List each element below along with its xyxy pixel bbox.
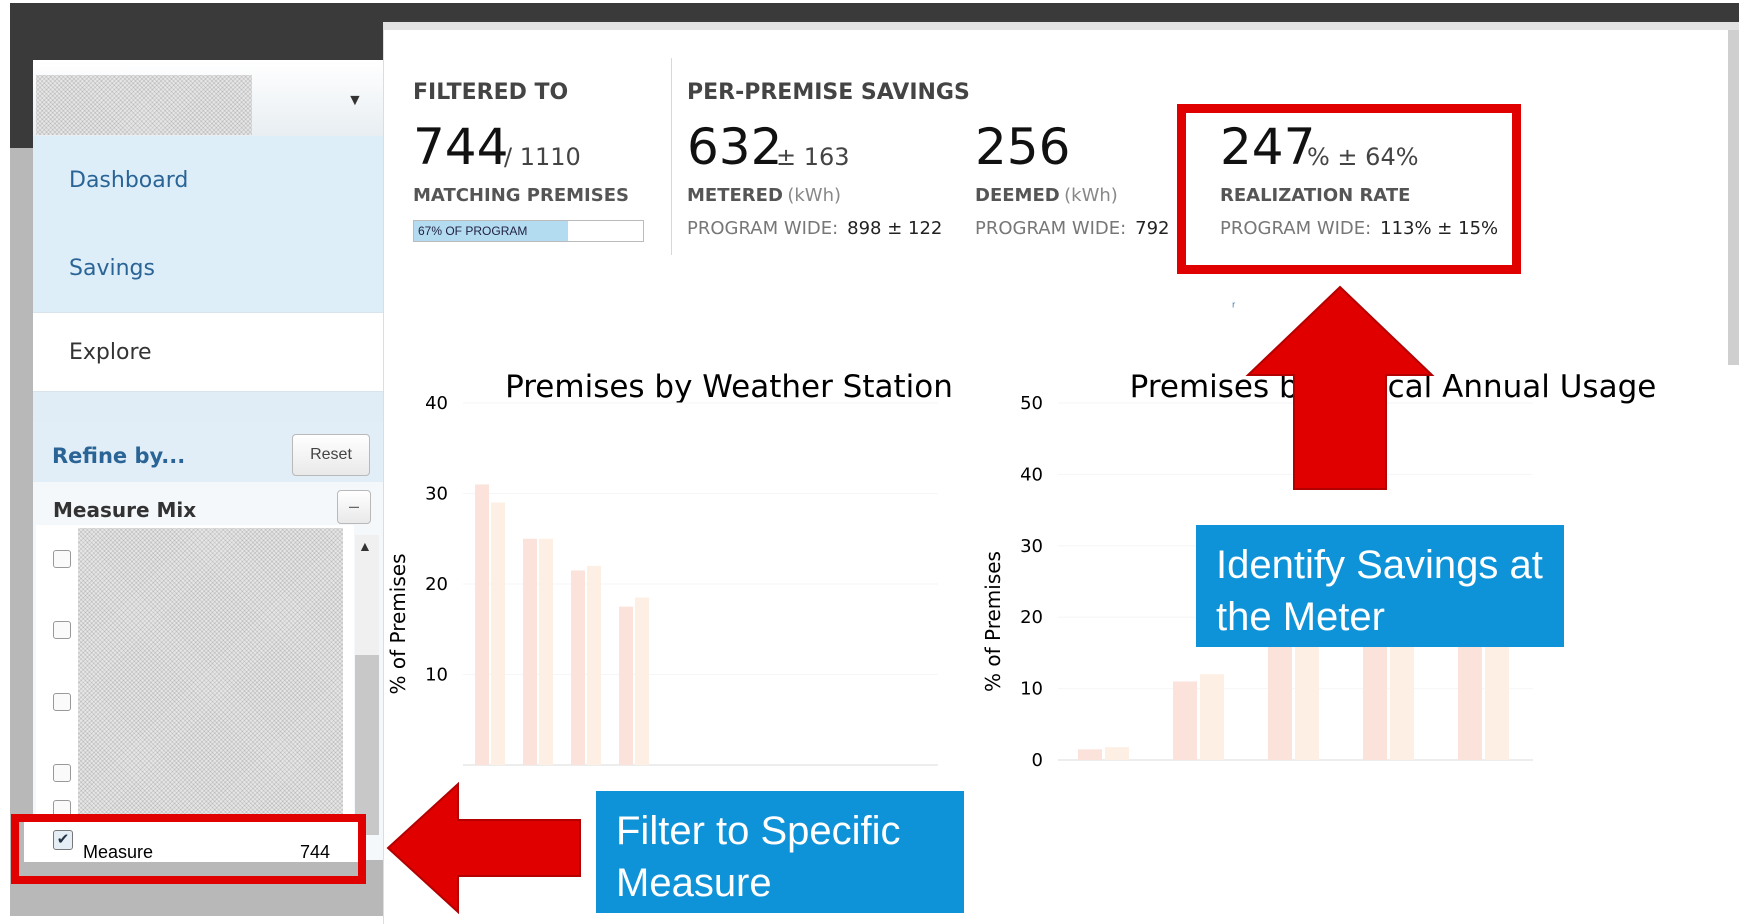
y-tick-label: 50	[1020, 393, 1043, 414]
program-wide-label: PROGRAM WIDE:	[687, 218, 839, 239]
deemed-label-text: DEEMED	[975, 185, 1060, 206]
sidebar-spacer	[33, 392, 385, 422]
bar	[619, 606, 633, 765]
filtered-to-heading: FILTERED TO	[413, 80, 569, 105]
nav-label: Explore	[69, 339, 152, 365]
scroll-up-icon[interactable]: ▲	[358, 538, 372, 554]
left-arrow-icon	[386, 781, 581, 915]
collapse-button[interactable]: –	[337, 490, 371, 524]
y-axis-label: % of Premises	[981, 551, 1005, 692]
panel-scrollbar[interactable]	[1728, 30, 1739, 365]
y-tick-label: 0	[1032, 750, 1043, 771]
matching-premises-label: MATCHING PREMISES	[413, 185, 629, 206]
metered-value: 632	[687, 118, 783, 176]
bar	[523, 538, 537, 765]
measure-checkbox[interactable]	[53, 621, 71, 639]
weather-chart-title: Premises by Weather Station	[505, 369, 953, 405]
scrollbar-thumb[interactable]	[355, 655, 379, 835]
realization-rate-highlight	[1177, 104, 1521, 274]
deemed-program-wide: PROGRAM WIDE: 792	[975, 218, 1169, 239]
measure-checkbox[interactable]	[53, 693, 71, 711]
deemed-value: 256	[975, 118, 1071, 176]
bar	[539, 538, 553, 765]
small-marker-icon: ʳ	[1232, 298, 1236, 314]
metered-label-text: METERED	[687, 185, 783, 206]
bar	[587, 565, 601, 765]
filter-callout: Filter to Specific Measure	[596, 791, 964, 913]
measure-checkbox[interactable]	[53, 550, 71, 568]
y-tick-label: 20	[425, 574, 448, 595]
measure-highlight	[11, 814, 366, 884]
y-tick-label: 30	[425, 484, 448, 505]
deemed-unit: (kWh)	[1064, 185, 1118, 206]
bar	[475, 484, 489, 765]
y-tick-label: 20	[1020, 607, 1043, 628]
measure-mix-label: Measure Mix	[53, 498, 197, 522]
nav-item-dashboard[interactable]: Dashboard	[33, 136, 385, 225]
redacted-program-name	[36, 75, 252, 135]
nav-label: Dashboard	[69, 167, 189, 193]
nav-item-explore[interactable]: Explore	[33, 312, 385, 392]
y-tick-label: 10	[425, 665, 448, 686]
weather-chart: 40 30 20 10 % of Premises	[386, 393, 938, 766]
nav-label: Savings	[69, 255, 155, 281]
y-tick-label: 40	[425, 393, 448, 414]
y-tick-label: 10	[1020, 679, 1043, 700]
program-progress-text: 67% OF PROGRAM	[418, 224, 528, 238]
y-tick-label: 40	[1020, 464, 1043, 485]
bar	[1200, 674, 1224, 760]
program-wide-value: 898 ± 122	[847, 218, 943, 239]
metered-error: ± 163	[776, 143, 850, 171]
y-tick-label: 30	[1020, 536, 1043, 557]
reset-button[interactable]: Reset	[292, 434, 370, 476]
section-divider	[671, 58, 672, 255]
y-axis-label: % of Premises	[386, 554, 410, 695]
filtered-total: / 1110	[504, 143, 581, 171]
bar	[1078, 749, 1102, 760]
nav-item-savings[interactable]: Savings	[33, 224, 385, 312]
bar	[1173, 681, 1197, 760]
metered-unit: (kWh)	[787, 185, 842, 206]
program-wide-label: PROGRAM WIDE:	[975, 218, 1127, 239]
program-wide-value: 792	[1135, 218, 1170, 239]
bar	[635, 597, 649, 765]
metered-program-wide: PROGRAM WIDE: 898 ± 122	[687, 218, 942, 239]
filtered-count: 744	[413, 118, 509, 176]
measure-checkbox[interactable]	[53, 764, 71, 782]
per-premise-heading: PER-PREMISE SAVINGS	[687, 80, 970, 105]
deemed-label: DEEMED (kWh)	[975, 185, 1118, 206]
dropdown-arrow-icon[interactable]: ▼	[347, 92, 363, 110]
metered-label: METERED (kWh)	[687, 185, 841, 206]
redacted-measure-names	[78, 528, 343, 818]
bar	[491, 502, 505, 765]
refine-label: Refine by...	[52, 444, 186, 468]
bar	[571, 570, 585, 765]
up-arrow-icon	[1245, 285, 1435, 490]
savings-callout: Identify Savings at the Meter	[1196, 525, 1564, 647]
bar	[1105, 747, 1129, 760]
